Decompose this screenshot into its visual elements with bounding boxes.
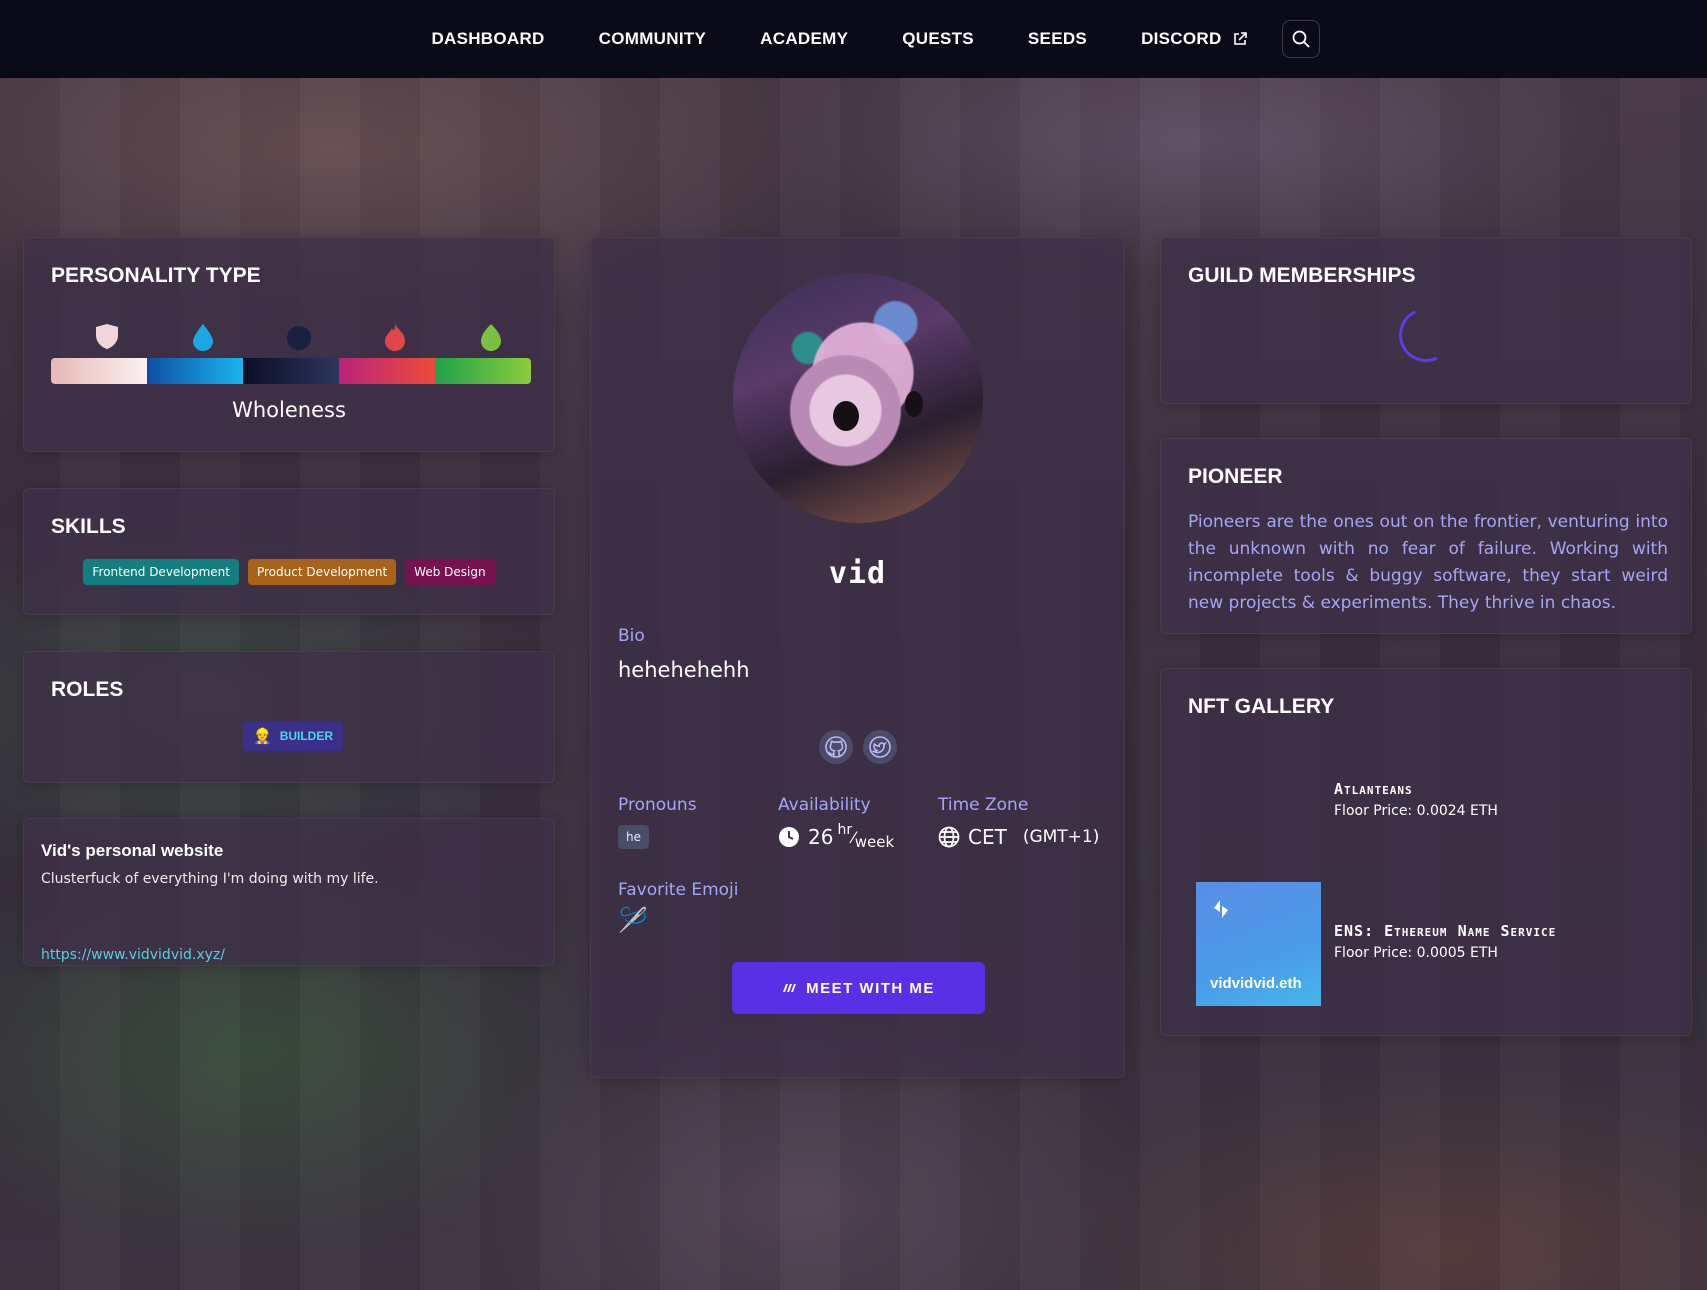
nav-academy[interactable]: ACADEMY (760, 29, 848, 49)
nav-dashboard-label: DASHBOARD (431, 29, 545, 48)
personality-segment-water (147, 358, 243, 384)
favorite-emoji: 🪡 (618, 906, 648, 934)
timezone-offset: (GMT+1) (1022, 827, 1100, 847)
favorite-emoji-label: Favorite Emoji (618, 880, 739, 900)
website-link[interactable]: https://www.vidvidvid.xyz/ (41, 947, 225, 963)
availability-label: Availability (778, 795, 871, 815)
external-link-icon (1233, 32, 1247, 45)
loading-spinner (1391, 300, 1461, 370)
avatar (733, 273, 983, 523)
nft-tile-label: vidvidvid.eth (1210, 975, 1302, 992)
avatar-eye-right (905, 391, 923, 417)
nav-seeds[interactable]: SEEDS (1028, 29, 1087, 49)
meet-button-label: MEET WITH ME (806, 979, 935, 997)
search-icon (1292, 30, 1310, 48)
ens-logo-icon (1214, 900, 1228, 918)
personality-color-bar (51, 358, 531, 384)
guild-memberships-title: GUILD MEMBERSHIPS (1188, 264, 1416, 287)
nav-discord-label: DISCORD (1141, 29, 1222, 48)
personality-segment-flame (339, 358, 435, 384)
skill-tag: Web Design (405, 559, 495, 585)
skill-tag: Product Development (247, 559, 397, 585)
availability-unit-top: hr (837, 822, 853, 838)
website-card: Vid's personal website Clusterfuck of ev… (23, 818, 555, 966)
timezone-value: CET (GMT+1) (938, 825, 1099, 849)
twitter-button[interactable] (863, 730, 897, 764)
meet-with-me-button[interactable]: MEET WITH ME (732, 962, 985, 1014)
pioneer-card: PIONEER Pioneers are the ones out on the… (1160, 438, 1692, 634)
bio-text: hehehehehh (618, 658, 750, 682)
avatar-eye-left (833, 401, 859, 431)
leaf-icon (481, 324, 501, 351)
bio-label: Bio (618, 626, 645, 646)
flame-icon (385, 324, 405, 351)
availability-hours: 26 (808, 825, 834, 849)
nav-academy-label: ACADEMY (760, 29, 849, 48)
shield-icon (96, 324, 118, 349)
role-label: BUILDER (279, 729, 334, 743)
skills-list: Frontend Development Product Development… (24, 559, 554, 585)
roles-card: ROLES 👷 BUILDER (23, 651, 555, 783)
globe-icon (938, 826, 960, 848)
role-emoji: 👷 (253, 727, 272, 745)
moon-icon (287, 326, 311, 350)
nft-gallery-card: NFT GALLERY Atlanteans Floor Price: 0.00… (1160, 668, 1692, 1036)
nft-floor-price: Floor Price: 0.0024 ETH (1334, 803, 1498, 819)
calendly-icon (783, 984, 797, 992)
personality-type-label: Wholeness (232, 398, 346, 422)
guild-memberships-card: GUILD MEMBERSHIPS (1160, 237, 1692, 404)
website-title: Vid's personal website (41, 841, 224, 860)
personality-segment-leaf (435, 358, 531, 384)
nav-seeds-label: SEEDS (1027, 29, 1088, 48)
availability-unit-bottom: week (854, 833, 895, 851)
twitter-icon (869, 736, 891, 758)
water-drop-icon (193, 324, 213, 351)
timezone-abbr: CET (968, 825, 1007, 849)
nav-community-label: COMMUNITY (598, 29, 707, 48)
skill-tag: Frontend Development (83, 559, 239, 585)
skills-title: SKILLS (51, 515, 126, 538)
nav-dashboard[interactable]: DASHBOARD (431, 29, 544, 49)
github-icon (825, 736, 847, 758)
roles-title: ROLES (51, 678, 124, 701)
nav-community[interactable]: COMMUNITY (599, 29, 707, 49)
personality-card: PERSONALITY TYPE Wholeness (23, 237, 555, 452)
nav-quests[interactable]: QUESTS (902, 29, 974, 49)
pioneer-description: Pioneers are the ones out on the frontie… (1188, 512, 1668, 613)
username: vid (828, 556, 887, 591)
nft-floor-price: Floor Price: 0.0005 ETH (1334, 945, 1498, 961)
personality-segment-shield (51, 358, 147, 384)
pronouns-tag: he (618, 825, 649, 849)
search-button[interactable] (1281, 20, 1320, 58)
timezone-label: Time Zone (938, 795, 1029, 815)
role-tag-builder: 👷 BUILDER (243, 721, 344, 751)
personality-title: PERSONALITY TYPE (51, 264, 261, 287)
nft-gallery-title: NFT GALLERY (1188, 695, 1335, 718)
website-description: Clusterfuck of everything I'm doing with… (41, 871, 379, 887)
nav-quests-label: QUESTS (902, 29, 974, 48)
github-button[interactable] (819, 730, 853, 764)
pronouns-label: Pronouns (618, 795, 697, 815)
skills-card: SKILLS Frontend Development Product Deve… (23, 488, 555, 615)
nft-image: vidvidvid.eth (1196, 882, 1321, 1006)
pioneer-title: PIONEER (1188, 465, 1283, 488)
profile-card: vid Bio hehehehehh Pronouns he Availabil… (590, 237, 1125, 1078)
top-navigation: DASHBOARD COMMUNITY ACADEMY QUESTS SEEDS… (0, 0, 1707, 78)
nav-discord[interactable]: DISCORD (1141, 29, 1248, 49)
clock-icon (779, 827, 799, 847)
personality-segment-moon (243, 358, 339, 384)
nft-name: ENS: Ethereum Name Service (1334, 922, 1557, 940)
nft-name: Atlanteans (1334, 780, 1413, 798)
availability-value: 26 hr ⁄ week (778, 822, 895, 851)
